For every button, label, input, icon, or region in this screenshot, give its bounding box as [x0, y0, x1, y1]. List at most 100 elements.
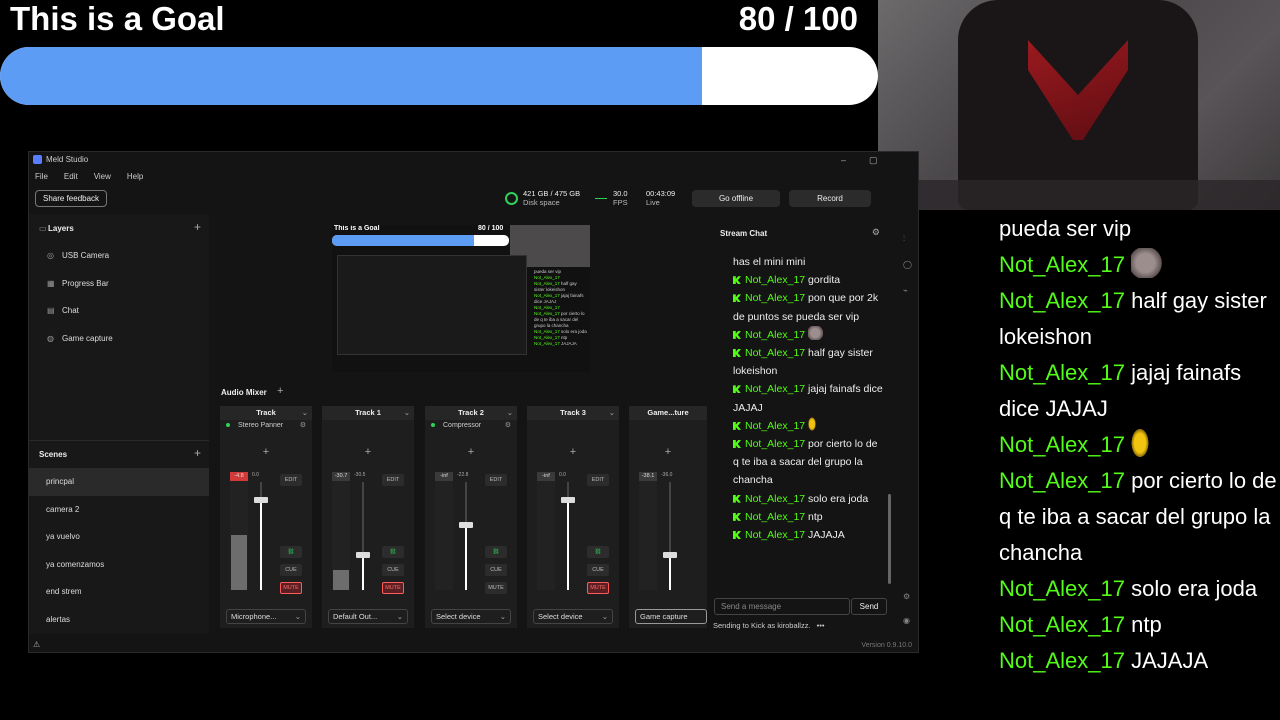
device-select[interactable]: Microphone... ⌄: [226, 609, 306, 624]
menu-help[interactable]: Help: [127, 172, 143, 181]
go-offline-button[interactable]: Go offline: [692, 190, 780, 207]
add-effect-icon[interactable]: +: [629, 432, 707, 472]
chat-username[interactable]: Not_Alex_17: [745, 347, 805, 359]
link-icon[interactable]: ⛓: [485, 546, 507, 558]
chat-username[interactable]: Not_Alex_17: [745, 383, 805, 395]
chat-username[interactable]: Not_Alex_17: [999, 576, 1125, 601]
add-layer-icon[interactable]: +: [194, 221, 201, 233]
chat-username[interactable]: Not_Alex_17: [999, 360, 1125, 385]
device-select[interactable]: Select device ⌄: [533, 609, 613, 624]
volume-fader-knob[interactable]: [561, 497, 575, 503]
chat-message-input[interactable]: Send a message: [714, 598, 850, 615]
edit-button[interactable]: EDIT: [485, 474, 507, 486]
edit-button[interactable]: EDIT: [587, 474, 609, 486]
effect-settings-icon[interactable]: ⚙: [505, 420, 511, 432]
stream-preview[interactable]: This is a Goal 80 / 100 pueda ser vip Not…: [332, 225, 590, 372]
chevron-down-icon[interactable]: ⌄: [302, 406, 308, 420]
scene-item[interactable]: camera 2: [29, 496, 209, 524]
chat-username[interactable]: Not_Alex_17: [745, 493, 805, 505]
effect-enabled-dot: [226, 423, 230, 428]
account-avatar-icon[interactable]: ◉: [903, 616, 910, 625]
cue-button[interactable]: CUE: [485, 564, 507, 576]
chat-username[interactable]: Not_Alex_17: [999, 288, 1125, 313]
panel-toggle-icon[interactable]: ⫶: [903, 234, 905, 244]
chat-settings-gear-icon[interactable]: ⚙: [872, 227, 880, 238]
warning-icon[interactable]: ⚠: [33, 640, 40, 649]
chat-username[interactable]: Not_Alex_17: [999, 612, 1125, 637]
edit-button[interactable]: EDIT: [280, 474, 302, 486]
chat-username[interactable]: Not_Alex_17: [745, 329, 805, 341]
record-button[interactable]: Record: [789, 190, 871, 207]
volume-fader-knob[interactable]: [459, 522, 473, 528]
volume-fader-knob[interactable]: [254, 497, 268, 503]
chevron-down-icon[interactable]: ⌄: [404, 406, 410, 420]
layer-item[interactable]: ▦ Progress Bar: [29, 270, 209, 298]
menu-edit[interactable]: Edit: [64, 172, 78, 181]
device-select[interactable]: Select device ⌄: [431, 609, 511, 624]
settings-gear-icon[interactable]: ⚙: [903, 592, 910, 601]
scene-item[interactable]: ya vuelvo: [29, 523, 209, 551]
add-effect-icon[interactable]: +: [425, 432, 517, 472]
minimize-icon[interactable]: –: [841, 155, 846, 165]
track-effect[interactable]: Compressor ⚙: [425, 420, 517, 432]
scene-item[interactable]: end strem: [29, 578, 209, 606]
chat-username[interactable]: Not_Alex_17: [745, 274, 805, 286]
track-header[interactable]: Track 1 ⌄: [322, 406, 414, 420]
track-effect[interactable]: [527, 420, 619, 432]
device-select[interactable]: Game capture: [635, 609, 707, 624]
link-icon[interactable]: ⛓: [382, 546, 404, 558]
mute-button[interactable]: MUTE: [587, 582, 609, 594]
chat-username[interactable]: Not_Alex_17: [745, 420, 805, 432]
add-effect-icon[interactable]: +: [527, 432, 619, 472]
layer-item[interactable]: ▤ Chat: [29, 297, 209, 325]
edit-button[interactable]: EDIT: [382, 474, 404, 486]
link-icon[interactable]: ⛓: [280, 546, 302, 558]
track-effect[interactable]: [629, 420, 707, 432]
add-effect-icon[interactable]: +: [220, 432, 312, 472]
chat-username[interactable]: Not_Alex_17: [745, 292, 805, 304]
cue-button[interactable]: CUE: [587, 564, 609, 576]
device-select[interactable]: Default Out... ⌄: [328, 609, 408, 624]
mute-button[interactable]: MUTE: [280, 582, 302, 594]
chat-scrollbar[interactable]: [888, 494, 891, 584]
scene-item[interactable]: princpal: [29, 468, 209, 496]
track-effect[interactable]: [322, 420, 414, 432]
volume-fader-knob[interactable]: [663, 552, 677, 558]
chat-username[interactable]: Not_Alex_17: [999, 648, 1125, 673]
volume-fader-knob[interactable]: [356, 552, 370, 558]
layer-item[interactable]: ◍ Game capture: [29, 325, 209, 353]
chat-username[interactable]: Not_Alex_17: [999, 468, 1125, 493]
link-icon[interactable]: ⛓: [587, 546, 609, 558]
track-header[interactable]: Track 2 ⌄: [425, 406, 517, 420]
chat-username[interactable]: Not_Alex_17: [745, 529, 805, 541]
send-message-button[interactable]: Send: [851, 598, 887, 615]
scene-item[interactable]: ya comenzamos: [29, 551, 209, 579]
layer-item[interactable]: ◎ USB Camera: [29, 242, 209, 270]
mute-button[interactable]: MUTE: [382, 582, 404, 594]
chat-username[interactable]: Not_Alex_17: [999, 432, 1125, 457]
share-feedback-button[interactable]: Share feedback: [35, 190, 108, 207]
add-track-icon[interactable]: +: [277, 385, 283, 397]
menu-view[interactable]: View: [94, 172, 111, 181]
chat-username[interactable]: Not_Alex_17: [745, 511, 805, 523]
chat-username[interactable]: Not_Alex_17: [745, 438, 805, 450]
broadcast-icon[interactable]: ⌁: [903, 286, 908, 295]
more-options-icon[interactable]: •••: [817, 621, 825, 630]
cue-button[interactable]: CUE: [382, 564, 404, 576]
chat-bubble-icon[interactable]: ◯: [903, 260, 912, 269]
track-header[interactable]: Track 3 ⌄: [527, 406, 619, 420]
chat-username[interactable]: Not_Alex_17: [999, 252, 1125, 277]
chevron-down-icon[interactable]: ⌄: [507, 406, 513, 420]
add-scene-icon[interactable]: +: [194, 447, 201, 459]
scene-item[interactable]: alertas: [29, 606, 209, 634]
add-effect-icon[interactable]: +: [322, 432, 414, 472]
effect-settings-icon[interactable]: ⚙: [300, 420, 306, 432]
track-effect[interactable]: Stereo Panner ⚙: [220, 420, 312, 432]
track-header[interactable]: Track ⌄: [220, 406, 312, 420]
mute-button[interactable]: MUTE: [485, 582, 507, 594]
track-header[interactable]: Game...ture: [629, 406, 707, 420]
menu-file[interactable]: File: [35, 172, 48, 181]
chevron-down-icon[interactable]: ⌄: [609, 406, 615, 420]
maximize-icon[interactable]: ▢: [869, 155, 878, 166]
cue-button[interactable]: CUE: [280, 564, 302, 576]
